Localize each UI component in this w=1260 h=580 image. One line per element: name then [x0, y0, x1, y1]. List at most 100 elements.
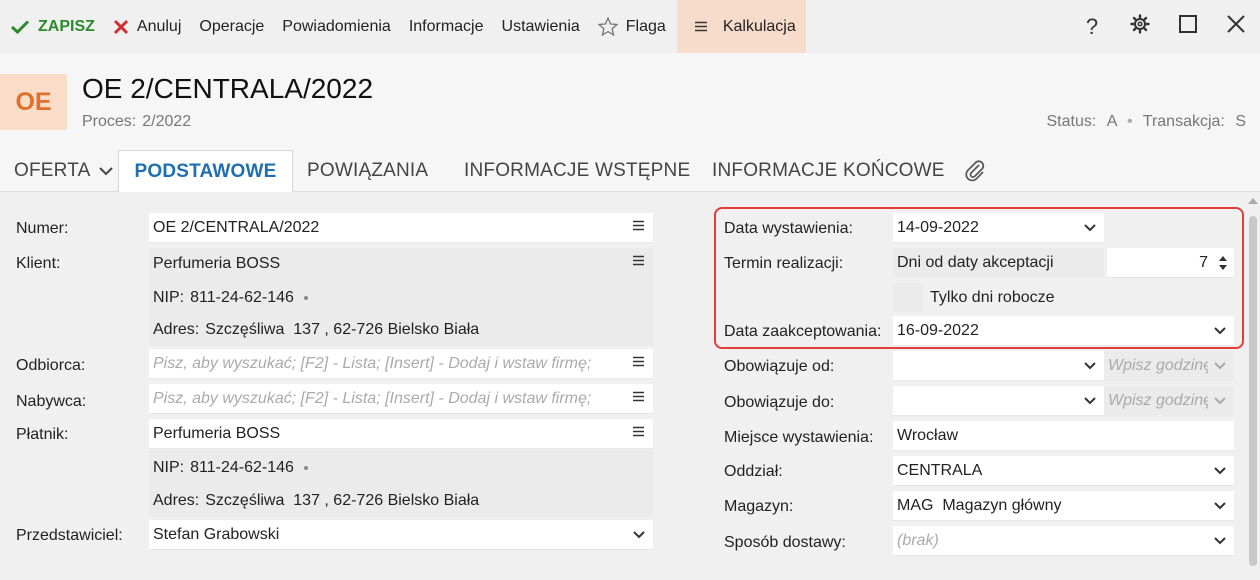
valid-to-time-placeholder: Wpisz godzinę	[1108, 392, 1208, 409]
number-field[interactable]: OE 2/CENTRALA/2022	[149, 213, 653, 243]
place-input[interactable]: Wrocław	[893, 421, 1234, 451]
client-address: Adres: Szczęśliwa 137 , 62-726 Bielsko Bi…	[153, 321, 479, 339]
calculation-label: Kalkulacja	[722, 17, 796, 35]
warehouse-select[interactable]: MAG Magazyn główny	[893, 491, 1234, 521]
maximize-icon	[1179, 15, 1197, 38]
payer-nip-value: 811-24-62-146	[190, 459, 294, 476]
menu-icon[interactable]	[633, 220, 645, 231]
chevron-down-icon[interactable]	[1214, 467, 1226, 475]
number-label: Numer:	[16, 220, 69, 237]
help-button[interactable]: ?	[1068, 0, 1116, 53]
chevron-down-icon[interactable]	[1214, 537, 1226, 545]
maximize-button[interactable]	[1164, 0, 1212, 53]
information-label: Informacje	[408, 17, 484, 35]
scroll-thumb[interactable]	[1249, 216, 1257, 566]
client-nip: NIP: 811-24-62-146	[153, 289, 308, 307]
operations-menu[interactable]: Operacje	[190, 0, 273, 53]
menu-icon[interactable]	[633, 356, 645, 367]
tab-basic[interactable]: PODSTAWOWE	[118, 150, 293, 193]
status-label: Status:	[1046, 113, 1097, 130]
tab-offer[interactable]: OFERTA	[14, 150, 113, 192]
status-value: A	[1106, 113, 1117, 130]
close-window-button[interactable]	[1212, 0, 1260, 53]
status-info: Status: A • Transakcja: S	[1046, 113, 1246, 131]
payer-label: Płatnik:	[16, 426, 69, 443]
dot-indicator	[303, 295, 308, 300]
settings-button[interactable]	[1116, 0, 1164, 53]
tab-initial-info[interactable]: INFORMACJE WSTĘPNE	[464, 150, 690, 192]
flag-label: Flaga	[625, 17, 666, 35]
valid-to-date-picker[interactable]	[893, 386, 1104, 416]
chevron-down-icon[interactable]	[1214, 502, 1226, 510]
close-window-icon	[1227, 15, 1245, 38]
payer-address: Adres: Szczęśliwa 137 , 62-726 Bielsko Bi…	[153, 492, 479, 510]
chevron-down-icon[interactable]	[1214, 397, 1226, 405]
document-header: OE OE 2/CENTRALA/2022 Proces: 2/2022 Stat…	[0, 53, 1260, 150]
representative-select[interactable]: Stefan Grabowski	[149, 520, 653, 550]
payer-address-value: Szczęśliwa 137 , 62-726 Bielsko Biała	[205, 492, 480, 509]
process-value: 2/2022	[142, 113, 192, 130]
client-label: Klient:	[16, 255, 61, 272]
tab-offer-label: OFERTA	[14, 160, 91, 181]
window-controls: ?	[1068, 0, 1260, 53]
vertical-scrollbar[interactable]	[1246, 192, 1260, 580]
client-nip-label: NIP:	[153, 289, 185, 306]
flag-button[interactable]: Flaga	[589, 0, 675, 53]
branch-select[interactable]: CENTRALA	[893, 456, 1234, 486]
warehouse-value: MAG Magazyn główny	[897, 496, 1062, 514]
payer-address-label: Adres:	[153, 492, 200, 509]
buyer-input[interactable]: Pisz, aby wyszukać; [F2] - Lista; [Inser…	[149, 384, 653, 414]
delivery-select[interactable]: (brak)	[893, 526, 1234, 556]
star-icon	[597, 17, 618, 36]
information-menu[interactable]: Informacje	[400, 0, 493, 53]
buyer-label: Nabywca:	[16, 393, 87, 410]
menu-icon[interactable]	[633, 426, 645, 437]
tab-final-info-label: INFORMACJE KOŃCOWE	[712, 160, 945, 181]
menu-icon[interactable]	[633, 391, 645, 402]
valid-from-date-picker[interactable]	[893, 351, 1104, 381]
tab-final-info[interactable]: INFORMACJE KOŃCOWE	[712, 150, 945, 192]
cancel-label: Anuluj	[136, 17, 182, 35]
chevron-down-icon[interactable]	[1084, 397, 1096, 405]
client-field[interactable]: Perfumeria BOSS	[149, 248, 653, 279]
notifications-label: Powiadomienia	[282, 17, 391, 35]
separator-dot: •	[1127, 113, 1133, 130]
transaction-value: S	[1235, 113, 1246, 130]
client-nip-value: 811-24-62-146	[190, 289, 294, 306]
delivery-placeholder: (brak)	[897, 531, 939, 549]
settings-menu[interactable]: Ustawienia	[493, 0, 589, 53]
client-value: Perfumeria BOSS	[153, 254, 281, 272]
process-label: Proces:	[82, 113, 137, 130]
chevron-down-icon[interactable]	[1084, 362, 1096, 370]
checkmark-icon	[10, 19, 30, 35]
representative-label: Przedstawiciel:	[16, 527, 123, 544]
representative-value: Stefan Grabowski	[153, 525, 280, 543]
payer-nip-label: NIP:	[153, 459, 185, 476]
chevron-down-icon[interactable]	[633, 531, 645, 539]
place-label: Miejsce wystawienia:	[724, 429, 874, 446]
menu-icon[interactable]	[633, 255, 645, 266]
operations-label: Operacje	[199, 17, 265, 35]
tab-links[interactable]: POWIĄZANIA	[307, 150, 428, 192]
valid-to-time-input[interactable]: Wpisz godzinę	[1104, 386, 1234, 416]
valid-from-time-input[interactable]: Wpisz godzinę	[1104, 351, 1234, 381]
tab-bar: OFERTA PODSTAWOWE POWIĄZANIA INFORMACJE …	[0, 150, 1260, 193]
recipient-input[interactable]: Pisz, aby wyszukać; [F2] - Lista; [Inser…	[149, 349, 653, 379]
process-info: Proces: 2/2022	[82, 113, 191, 131]
buyer-placeholder: Pisz, aby wyszukać; [F2] - Lista; [Inser…	[153, 389, 592, 407]
chevron-down-icon	[98, 166, 113, 176]
close-icon	[113, 19, 129, 35]
toolbar: ZAPISZ Anuluj Operacje Powiadomienia Inf…	[0, 0, 1260, 53]
scroll-up-arrow[interactable]	[1248, 198, 1258, 204]
client-address-value: Szczęśliwa 137 , 62-726 Bielsko Biała	[205, 321, 480, 338]
payer-field[interactable]: Perfumeria BOSS	[149, 419, 653, 449]
calculation-button[interactable]: Kalkulacja	[676, 0, 806, 53]
valid-from-label: Obowiązuje od:	[724, 358, 835, 375]
chevron-down-icon[interactable]	[1214, 362, 1226, 370]
tab-attachments[interactable]	[964, 150, 986, 192]
save-button[interactable]: ZAPISZ	[0, 0, 104, 53]
tab-initial-info-label: INFORMACJE WSTĘPNE	[464, 160, 691, 181]
notifications-menu[interactable]: Powiadomienia	[273, 0, 400, 53]
menu-icon	[694, 21, 707, 32]
cancel-button[interactable]: Anuluj	[104, 0, 190, 53]
